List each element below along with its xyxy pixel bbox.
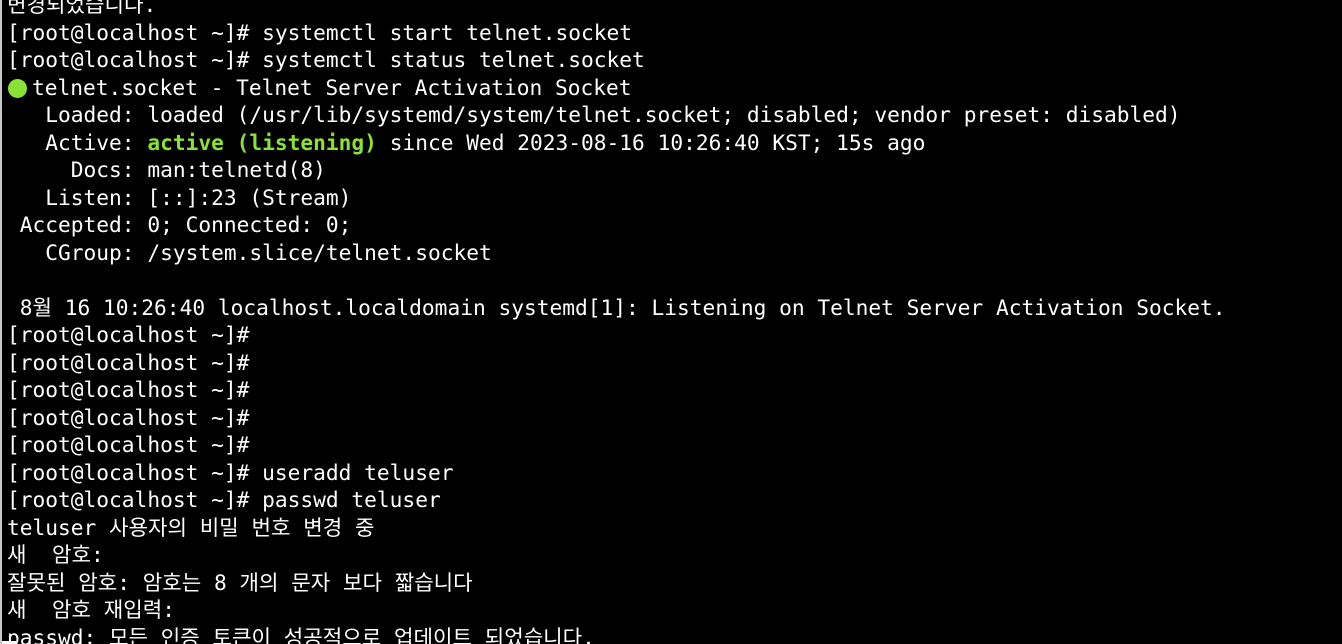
terminal-line: [root@localhost ~]# bbox=[7, 377, 250, 402]
active-status-line: Active: active (listening) since Wed 202… bbox=[7, 129, 1342, 157]
service-description: telnet.socket - Telnet Server Activation… bbox=[32, 74, 632, 100]
service-status-line: telnet.socket - Telnet Server Activation… bbox=[7, 74, 1342, 102]
terminal-line: 잘못된 암호: 암호는 8 개의 문자 보다 짧습니다 bbox=[7, 569, 473, 595]
terminal-line: Accepted: 0; Connected: 0; bbox=[7, 212, 352, 237]
active-since: since Wed 2023-08-16 10:26:40 KST; 15s a… bbox=[376, 129, 926, 155]
terminal-line: [root@localhost ~]# systemctl start teln… bbox=[7, 19, 633, 45]
terminal-window[interactable]: 변경되었습니다. [root@localhost ~]# systemctl s… bbox=[0, 0, 1342, 644]
terminal-line: [root@localhost ~]# bbox=[7, 349, 250, 375]
terminal-line: Loaded: loaded (/usr/lib/systemd/system/… bbox=[7, 102, 1181, 127]
terminal-line: CGroup: /system.slice/telnet.socket bbox=[7, 239, 492, 265]
active-label: Active: bbox=[7, 129, 148, 155]
terminal-line: Listen: [::]:23 (Stream) bbox=[7, 184, 352, 210]
active-state: active (listening) bbox=[147, 129, 377, 155]
terminal-line: 새 암호 재입력: bbox=[7, 597, 175, 622]
status-dot-icon bbox=[8, 78, 27, 98]
terminal-line: [root@localhost ~]# useradd teluser bbox=[7, 459, 454, 485]
terminal-line: [root@localhost ~]# passwd teluser bbox=[7, 487, 441, 512]
terminal-line: [root@localhost ~]# bbox=[7, 432, 250, 457]
terminal-output: 변경되었습니다. [root@localhost ~]# systemctl s… bbox=[7, 0, 1342, 644]
terminal-line: 8월 16 10:26:40 localhost.localdomain sys… bbox=[7, 294, 1226, 320]
terminal-line: 변경되었습니다. bbox=[7, 0, 157, 17]
terminal-line: [root@localhost ~]# bbox=[7, 322, 250, 347]
terminal-line: passwd: 모든 인증 토큰이 성공적으로 업데이트 되었습니다. bbox=[7, 624, 595, 644]
terminal-line: Docs: man:telnetd(8) bbox=[7, 157, 326, 182]
terminal-line: teluser 사용자의 비밀 번호 변경 중 bbox=[7, 514, 375, 540]
terminal-line: 새 암호: bbox=[7, 542, 104, 567]
terminal-line: [root@localhost ~]# systemctl status tel… bbox=[7, 47, 645, 72]
terminal-line: [root@localhost ~]# bbox=[7, 404, 250, 430]
